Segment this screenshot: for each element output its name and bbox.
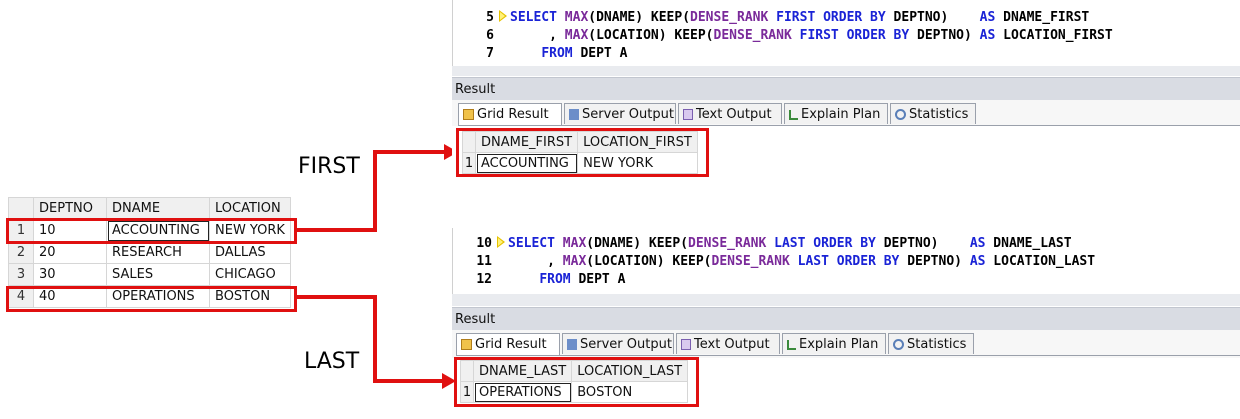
result-tabstrip: Grid Result Server Output Text Output Ex…: [456, 333, 1240, 356]
sql-text: (DNAME) KEEP(: [586, 236, 689, 251]
highlight-last-result: [454, 357, 699, 407]
tab-grid-result[interactable]: Grid Result: [456, 333, 560, 355]
sql-function: MAX: [564, 28, 589, 43]
sql-function: DENSE_RANK: [690, 10, 769, 25]
sql-text: DEPTNO): [909, 28, 980, 43]
tab-label: Grid Result: [477, 107, 549, 122]
sql-keyword: FIRST ORDER BY: [768, 10, 886, 25]
sql-text: LOCATION_FIRST: [995, 28, 1113, 43]
tab-label: Statistics: [909, 107, 969, 122]
sql-keyword: AS: [979, 10, 996, 25]
sql-keyword: FIRST ORDER BY: [791, 28, 910, 43]
tab-statistics[interactable]: Statistics: [888, 333, 974, 354]
sql-keyword: AS: [969, 236, 986, 251]
tab-statistics[interactable]: Statistics: [890, 103, 976, 124]
tab-server-output[interactable]: Server Output: [562, 333, 674, 354]
code-line: 6 , MAX(LOCATION) KEEP(DENSE_RANK FIRST …: [458, 27, 1113, 45]
result-panel-title: Result: [452, 307, 1240, 330]
text-document-icon: [683, 109, 693, 120]
tab-grid-result[interactable]: Grid Result: [458, 103, 562, 125]
line-number: 12: [476, 272, 492, 287]
tree-icon: [789, 110, 798, 120]
sql-keyword: LAST ORDER BY: [766, 236, 876, 251]
sql-keyword: AS: [969, 254, 986, 269]
highlight-first-result: [456, 128, 709, 177]
server-icon: [569, 109, 579, 120]
code-line: 10 SELECT MAX(DNAME) KEEP(DENSE_RANK LAST…: [456, 235, 1072, 253]
sql-text: DNAME_LAST: [985, 236, 1072, 251]
sql-magnifier-icon: [893, 339, 904, 350]
line-number: 6: [486, 28, 494, 43]
sql-text: ,: [510, 28, 565, 43]
result-tabstrip: Grid Result Server Output Text Output Ex…: [458, 103, 1240, 126]
sql-function: MAX: [562, 236, 587, 251]
sql-function: DENSE_RANK: [688, 236, 767, 251]
tab-explain-plan[interactable]: Explain Plan: [782, 333, 886, 354]
tree-icon: [787, 340, 796, 350]
current-line-marker-icon: [497, 236, 505, 248]
sql-function: MAX: [562, 254, 587, 269]
tab-server-output[interactable]: Server Output: [564, 103, 676, 124]
sql-text: DEPTNO): [875, 236, 970, 251]
sql-function: MAX: [564, 10, 589, 25]
sql-text: ,: [508, 254, 563, 269]
tab-label: Grid Result: [475, 337, 547, 352]
sql-text: (LOCATION) KEEP(: [588, 28, 714, 43]
tab-label: Text Output: [696, 107, 772, 122]
tab-text-output[interactable]: Text Output: [676, 333, 780, 354]
code-line: 7 FROM DEPT A: [458, 45, 627, 63]
tab-explain-plan[interactable]: Explain Plan: [784, 103, 888, 124]
code-line: 5 SELECT MAX(DNAME) KEEP(DENSE_RANK FIRST…: [458, 9, 1089, 27]
tab-label: Statistics: [907, 337, 967, 352]
label-first: FIRST: [298, 154, 360, 179]
label-last: LAST: [304, 349, 360, 374]
tab-label: Explain Plan: [799, 337, 879, 352]
sql-function: DENSE_RANK: [711, 254, 790, 269]
sql-text: DEPTNO): [885, 10, 980, 25]
line-number: 7: [486, 46, 494, 61]
line-number: 11: [476, 254, 492, 269]
sql-text: DEPTNO): [899, 254, 970, 269]
sql-keyword: SELECT: [508, 236, 563, 251]
tab-label: Server Output: [580, 337, 672, 352]
editor-hscrollbar[interactable]: [452, 294, 1240, 306]
tab-label: Server Output: [582, 107, 674, 122]
tab-text-output[interactable]: Text Output: [678, 103, 782, 124]
current-line-marker-icon: [499, 10, 507, 22]
sql-text: DEPT A: [570, 272, 626, 287]
grid-icon: [463, 109, 474, 120]
sql-text: (DNAME) KEEP(: [588, 10, 691, 25]
sql-function: DENSE_RANK: [713, 28, 792, 43]
editor-hscrollbar[interactable]: [452, 66, 1240, 76]
sql-keyword: FROM: [541, 46, 573, 61]
sql-text: (LOCATION) KEEP(: [586, 254, 712, 269]
server-icon: [567, 339, 577, 350]
sql-magnifier-icon: [895, 109, 906, 120]
sql-keyword: FROM: [539, 272, 571, 287]
line-number: 5: [486, 10, 494, 25]
text-document-icon: [681, 339, 691, 350]
tab-label: Explain Plan: [801, 107, 881, 122]
sql-text: DEPT A: [572, 46, 628, 61]
sql-text: DNAME_FIRST: [995, 10, 1090, 25]
sql-text: LOCATION_LAST: [985, 254, 1096, 269]
grid-icon: [461, 339, 472, 350]
code-line: 11 , MAX(LOCATION) KEEP(DENSE_RANK LAST …: [456, 253, 1095, 271]
result-panel-title: Result: [452, 77, 1240, 100]
sql-keyword: SELECT: [510, 10, 565, 25]
sql-keyword: AS: [979, 28, 996, 43]
line-number: 10: [476, 236, 492, 251]
code-line: 12 FROM DEPT A: [456, 271, 625, 289]
tab-label: Text Output: [694, 337, 770, 352]
sql-keyword: LAST ORDER BY: [789, 254, 900, 269]
